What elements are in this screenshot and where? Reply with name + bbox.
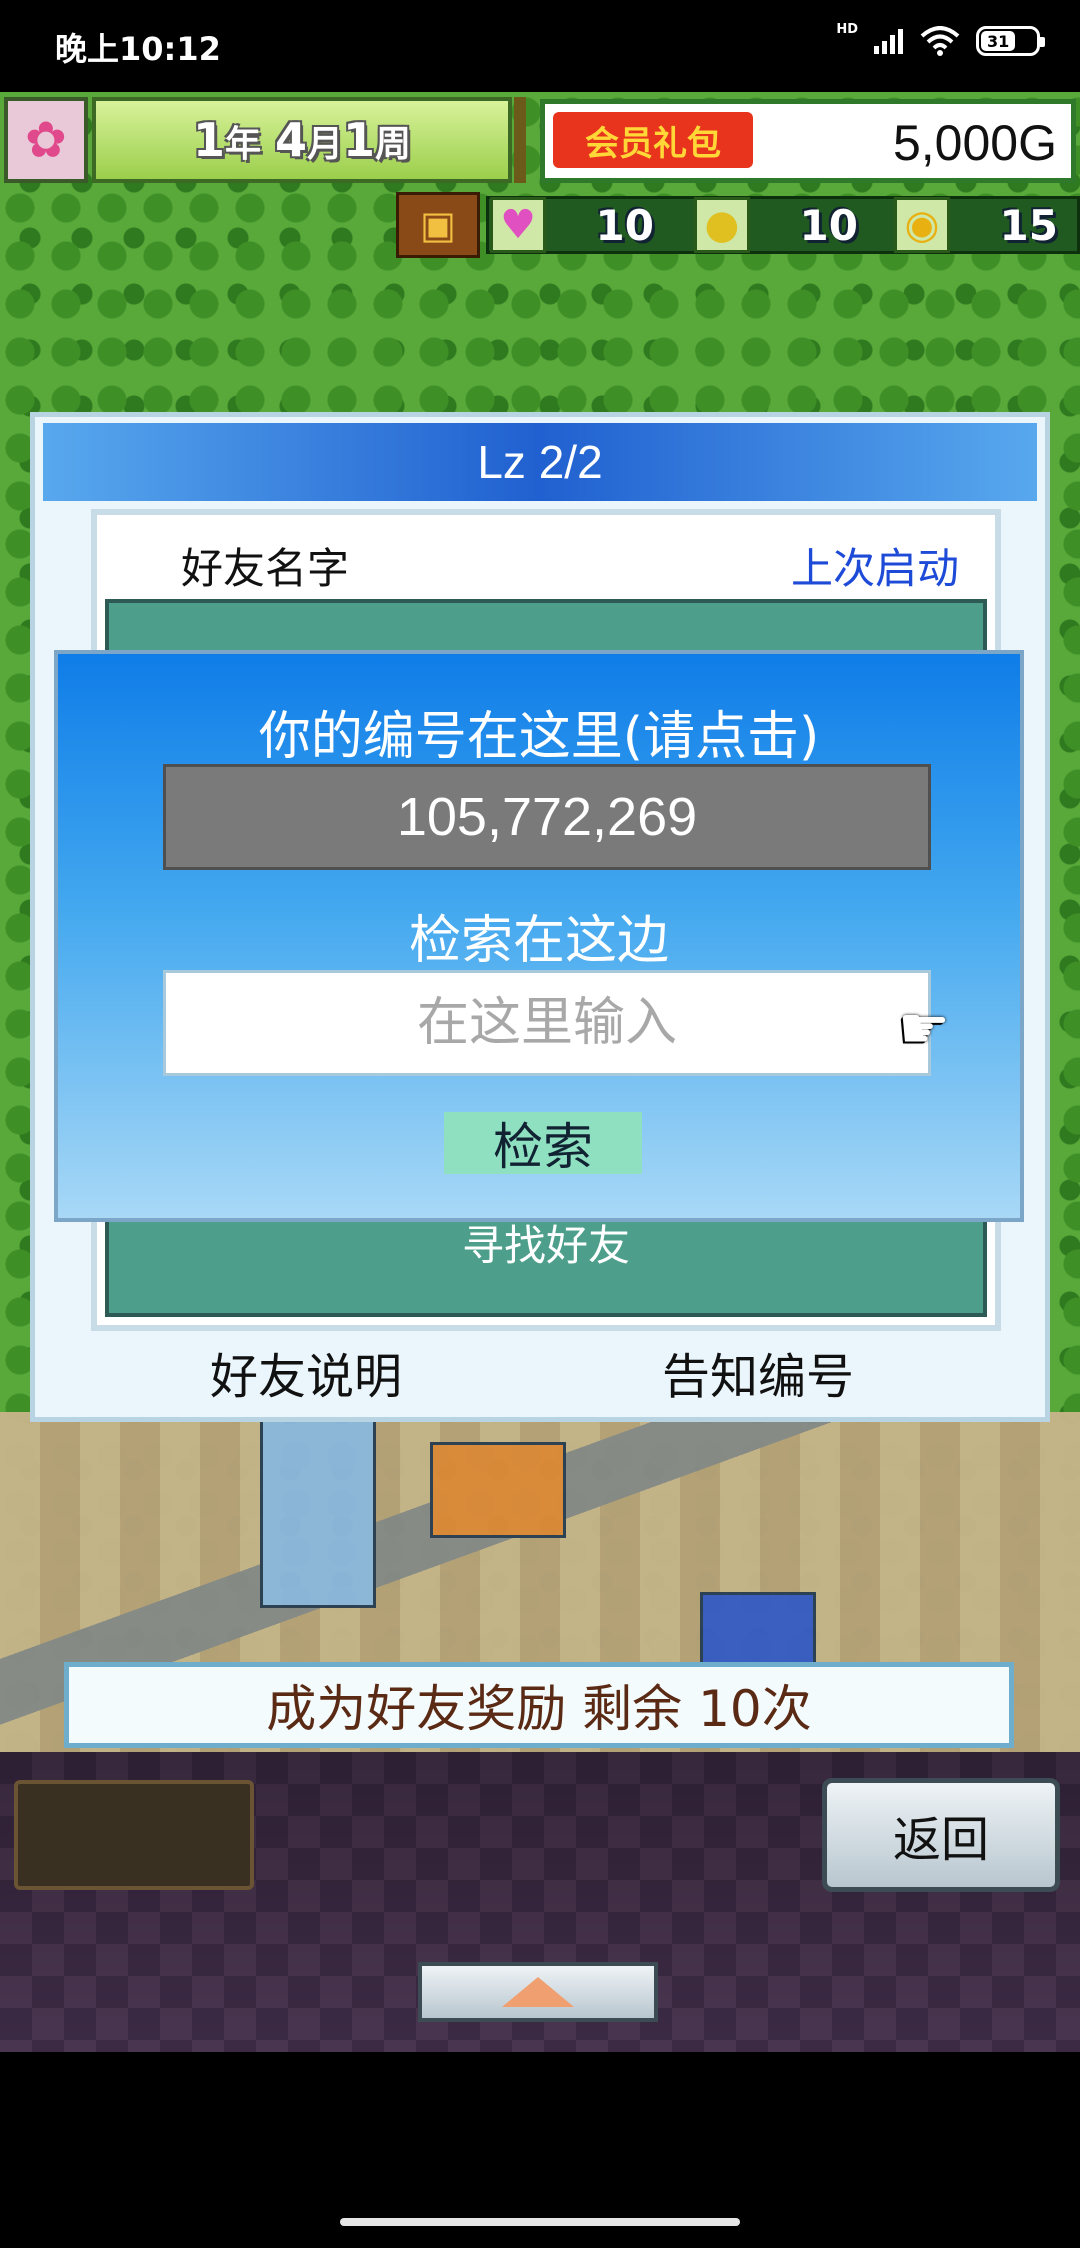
idea-resource: ● 10: [694, 196, 858, 254]
friend-explain-button[interactable]: 好友说明: [210, 1337, 402, 1407]
battery-level: 31: [987, 31, 1010, 51]
player-id-display[interactable]: 105,772,269: [163, 764, 931, 870]
flower-avatar-icon[interactable]: ✿: [4, 97, 88, 183]
pointing-hand-icon: ☚: [898, 994, 950, 1062]
battery-icon: 31: [976, 26, 1045, 56]
expand-menu-button[interactable]: [418, 1962, 658, 2022]
coin-value: 15: [999, 200, 1058, 250]
shop-building: [700, 1592, 816, 1668]
wifi-icon: [920, 26, 960, 56]
column-friend-name: 好友名字: [181, 544, 350, 593]
month-unit: 月: [307, 124, 344, 165]
heart-resource: ♥ 10: [490, 196, 654, 254]
arrow-up-icon: [502, 1977, 574, 2007]
status-bar: 晚上10:12 HD 31: [0, 0, 1080, 92]
dialog-footer: 好友说明 告知编号: [35, 1337, 1045, 1417]
coin-icon: ◉: [894, 197, 950, 253]
search-popup: 你的编号在这里(请点击) 105,772,269 检索在这边 ☚ 检索: [54, 650, 1024, 1222]
month-value: 4: [274, 113, 307, 167]
year-unit: 年: [224, 124, 261, 165]
friend-bonus-banner: 成为好友奖励 剩余 10次: [64, 1662, 1014, 1748]
week-value: 1: [343, 113, 376, 167]
your-id-label: 你的编号在这里(请点击): [258, 707, 820, 767]
clock: 晚上10:12: [55, 30, 221, 68]
search-here-label: 检索在这边: [408, 911, 669, 971]
heart-value: 10: [595, 200, 654, 250]
money-value: 5,000G: [892, 115, 1057, 171]
date-panel: 1年 4月1周: [92, 97, 512, 183]
hd-label: HD: [836, 21, 858, 37]
week-unit: 周: [375, 124, 412, 165]
coin-resource: ◉ 15: [894, 196, 1058, 254]
office-building: [260, 1402, 376, 1608]
heart-icon: ♥: [490, 197, 546, 253]
column-last-launch: 上次启动: [790, 544, 959, 593]
search-input[interactable]: [163, 970, 931, 1076]
back-button[interactable]: 返回: [822, 1778, 1060, 1892]
hud-top: ✿ 1年 4月1周 会员礼包 5,000G: [0, 97, 1080, 187]
resource-bar: ▣ ♥ 10 ● 10 ◉ 15: [396, 192, 1080, 258]
member-pack-button[interactable]: 会员礼包: [553, 112, 753, 168]
hud-divider: [514, 97, 526, 183]
money-panel: 会员礼包 5,000G: [540, 99, 1076, 183]
idea-value: 10: [799, 200, 858, 250]
search-button[interactable]: 检索: [444, 1112, 642, 1175]
signal-icon: [874, 29, 903, 54]
treasure-chest-icon[interactable]: ▣: [396, 192, 480, 258]
dialog-title: Lz 2/2: [43, 423, 1037, 501]
notify-id-button[interactable]: 告知编号: [662, 1337, 854, 1407]
house-building: [430, 1442, 566, 1538]
lightbulb-icon: ●: [694, 197, 750, 253]
home-indicator[interactable]: [340, 2218, 740, 2226]
year-value: 1: [192, 113, 225, 167]
status-icons: HD 31: [836, 22, 1045, 56]
menu-slot[interactable]: [14, 1780, 254, 1890]
bottom-menu: 返回: [0, 1752, 1080, 2052]
